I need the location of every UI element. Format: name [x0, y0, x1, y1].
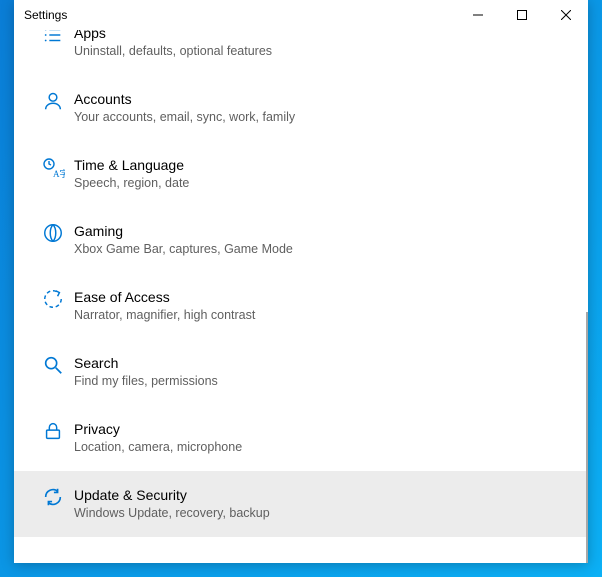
item-desc: Narrator, magnifier, high contrast	[74, 307, 574, 324]
item-label: Search	[74, 354, 574, 372]
maximize-button[interactable]	[500, 0, 544, 30]
settings-item-time-language[interactable]: A字 Time & Language Speech, region, date	[14, 141, 588, 207]
item-desc: Xbox Game Bar, captures, Game Mode	[74, 241, 574, 258]
titlebar: Settings	[14, 0, 588, 30]
minimize-button[interactable]	[456, 0, 500, 30]
privacy-icon	[36, 420, 70, 442]
settings-item-privacy[interactable]: Privacy Location, camera, microphone	[14, 405, 588, 471]
settings-item-ease-of-access[interactable]: Ease of Access Narrator, magnifier, high…	[14, 273, 588, 339]
item-label: Apps	[74, 30, 574, 42]
item-label: Accounts	[74, 90, 574, 108]
time-language-icon: A字	[36, 156, 70, 180]
gaming-icon	[36, 222, 70, 244]
item-desc: Find my files, permissions	[74, 373, 574, 390]
scrollbar[interactable]	[586, 312, 588, 563]
item-label: Ease of Access	[74, 288, 574, 306]
item-label: Time & Language	[74, 156, 574, 174]
svg-text:A字: A字	[53, 168, 65, 179]
settings-item-search[interactable]: Search Find my files, permissions	[14, 339, 588, 405]
item-desc: Location, camera, microphone	[74, 439, 574, 456]
accounts-icon	[36, 90, 70, 112]
ease-of-access-icon	[36, 288, 70, 310]
item-desc: Speech, region, date	[74, 175, 574, 192]
apps-icon	[36, 30, 70, 46]
settings-window: Settings	[14, 0, 588, 563]
update-security-icon	[36, 486, 70, 508]
item-desc: Uninstall, defaults, optional features	[74, 43, 574, 60]
settings-item-apps[interactable]: Apps Uninstall, defaults, optional featu…	[14, 30, 588, 75]
close-button[interactable]	[544, 0, 588, 30]
settings-list: Apps Uninstall, defaults, optional featu…	[14, 30, 588, 563]
item-desc: Your accounts, email, sync, work, family	[74, 109, 574, 126]
window-title: Settings	[24, 8, 67, 22]
item-desc: Windows Update, recovery, backup	[74, 505, 574, 522]
settings-item-gaming[interactable]: Gaming Xbox Game Bar, captures, Game Mod…	[14, 207, 588, 273]
search-icon	[36, 354, 70, 376]
settings-item-update-security[interactable]: Update & Security Windows Update, recove…	[14, 471, 588, 537]
item-label: Update & Security	[74, 486, 574, 504]
item-label: Gaming	[74, 222, 574, 240]
settings-item-accounts[interactable]: Accounts Your accounts, email, sync, wor…	[14, 75, 588, 141]
item-label: Privacy	[74, 420, 574, 438]
